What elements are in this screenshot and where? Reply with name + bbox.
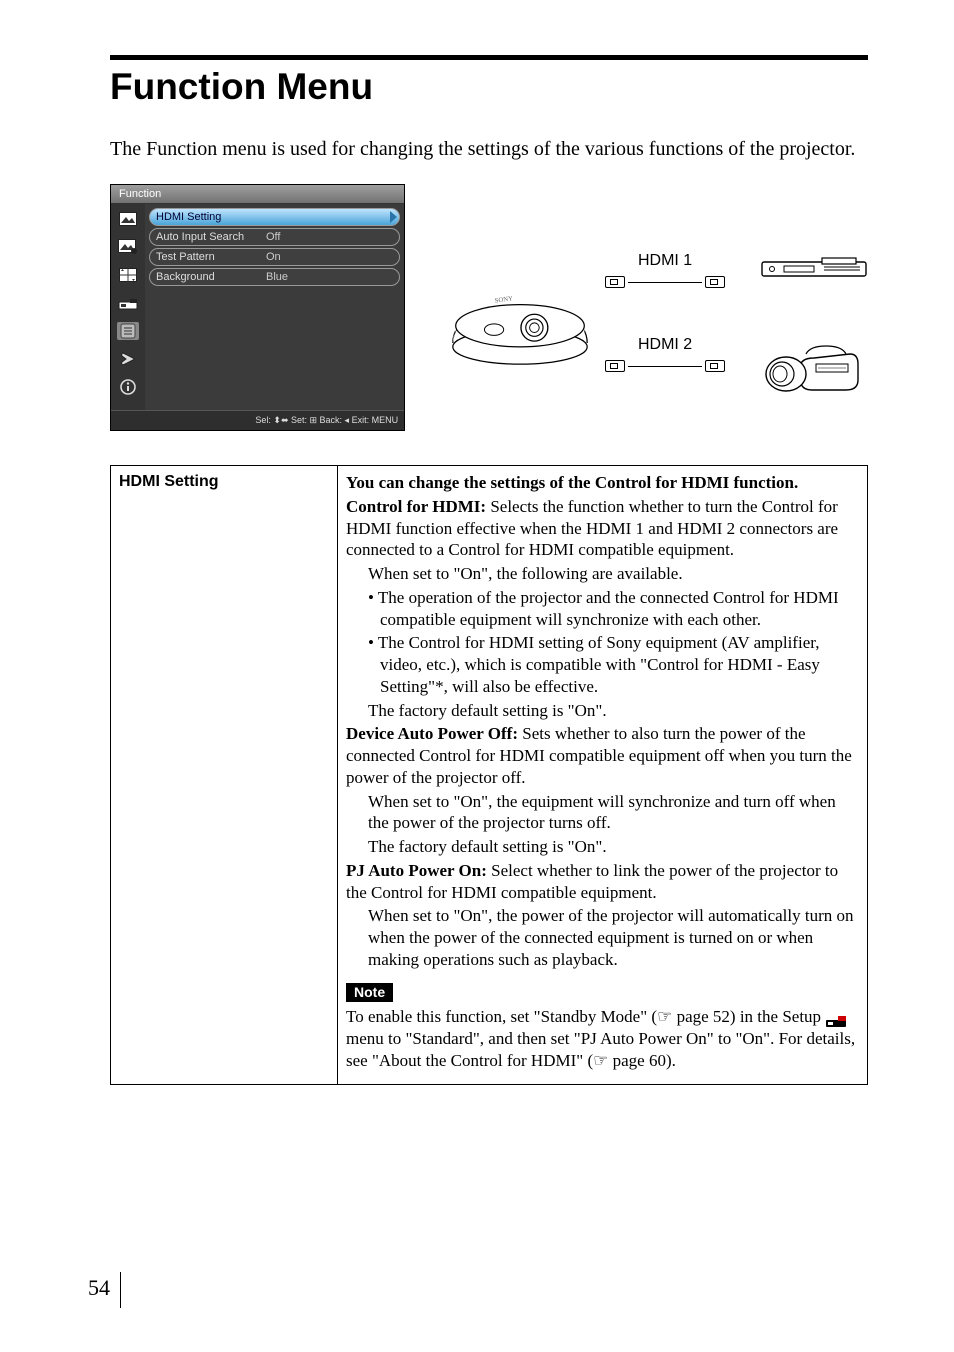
info-icon xyxy=(117,378,139,396)
control-for-hdmi-label: Control for HDMI: xyxy=(346,497,486,516)
setting-key: HDMI Setting xyxy=(111,466,338,1085)
menu-row-label: Test Pattern xyxy=(156,251,266,263)
device-auto-power-off-label: Device Auto Power Off: xyxy=(346,724,518,743)
settings-table: HDMI Setting You can change the settings… xyxy=(110,465,868,1085)
intro-paragraph: The Function menu is used for changing t… xyxy=(110,136,868,162)
bullet: • The Control for HDMI setting of Sony e… xyxy=(368,632,859,697)
bullet: • The operation of the projector and the… xyxy=(368,587,859,631)
bluray-player-icon xyxy=(760,250,870,290)
note-text: menu to "Standard", and then set "PJ Aut… xyxy=(346,1029,855,1070)
menu-row-label: Background xyxy=(156,271,266,283)
menu-row: Background Blue xyxy=(149,268,400,286)
setting-lead: You can change the settings of the Contr… xyxy=(346,472,859,494)
text: When set to "On", the power of the proje… xyxy=(368,905,859,970)
text: The factory default setting is "On". xyxy=(368,700,859,722)
picture-icon xyxy=(117,210,139,228)
note-text: To enable this function, set "Standby Mo… xyxy=(346,1007,825,1026)
installation-icon xyxy=(117,350,139,368)
svg-text:SONY: SONY xyxy=(494,295,513,304)
camcorder-icon xyxy=(760,340,860,396)
menu-rows: HDMI Setting Auto Input Search Off Test … xyxy=(145,204,404,410)
hdmi2-label: HDMI 2 xyxy=(605,336,725,354)
adv-picture-icon xyxy=(117,238,139,256)
setup-icon xyxy=(825,1012,847,1026)
menu-row: HDMI Setting xyxy=(149,208,400,226)
hdmi-cable xyxy=(605,276,725,288)
note-badge: Note xyxy=(346,983,393,1003)
pj-auto-power-on-label: PJ Auto Power On: xyxy=(346,861,487,880)
screen-icon xyxy=(117,266,139,284)
menu-row-value: Off xyxy=(266,231,280,243)
menu-row: Test Pattern On xyxy=(149,248,400,266)
page-number: 54 xyxy=(88,1272,121,1308)
hdmi-figure: SONY HDMI 1 HDMI 2 xyxy=(445,244,868,424)
menu-footer: Sel: ⬍⬌ Set: ⊞ Back: ◂ Exit: MENU xyxy=(111,410,404,430)
text: When set to "On", the equipment will syn… xyxy=(368,791,859,835)
menu-row-value: Blue xyxy=(266,271,288,283)
hdmi-cable xyxy=(605,360,725,372)
menu-screenshot: Function xyxy=(110,184,405,431)
function-icon xyxy=(117,322,139,340)
menu-row-label: Auto Input Search xyxy=(156,231,266,243)
menu-row-label: HDMI Setting xyxy=(156,211,266,223)
hdmi1-label: HDMI 1 xyxy=(605,252,725,270)
text: The factory default setting is "On". xyxy=(368,836,859,858)
projector-icon: SONY xyxy=(445,272,595,368)
menu-title: Function xyxy=(111,185,404,204)
page-title: Function Menu xyxy=(110,66,868,108)
menu-row: Auto Input Search Off xyxy=(149,228,400,246)
setup-icon xyxy=(117,294,139,312)
text: When set to "On", the following are avai… xyxy=(368,563,859,585)
menu-row-value: On xyxy=(266,251,281,263)
